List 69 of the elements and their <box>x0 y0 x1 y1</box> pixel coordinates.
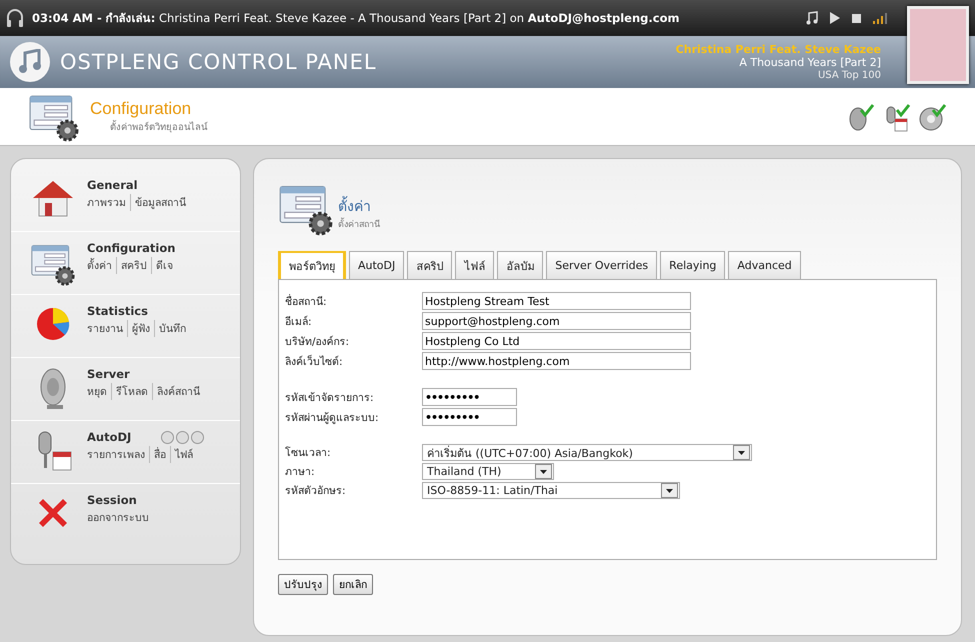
sidebar-link[interactable]: รายการเพลง <box>87 446 149 463</box>
sidebar-item-title[interactable]: AutoDJ <box>87 430 132 444</box>
sidebar-item-title[interactable]: Server <box>87 367 130 381</box>
text-field[interactable]: http://www.hostpleng.com <box>422 352 691 370</box>
disc-check-icon[interactable] <box>917 102 947 132</box>
tab[interactable]: พอร์ตวิทยุ <box>278 251 346 279</box>
sidebar-link[interactable]: ดีเจ <box>151 257 177 274</box>
sidebar-link[interactable]: ภาพรวม <box>87 194 130 211</box>
sidebar-link[interactable]: ผู้ฟัง <box>127 320 154 337</box>
password-field[interactable]: ••••••••• <box>422 388 517 406</box>
field-label: รหัสผ่านผู้ดูแลระบบ: <box>285 410 380 426</box>
sidebar-link[interactable]: ไฟล์ <box>170 446 197 463</box>
sidebar-item-title[interactable]: Statistics <box>87 304 148 318</box>
stop-icon[interactable] <box>852 14 861 22</box>
text-field[interactable]: Hostpleng Stream Test <box>422 292 691 310</box>
sidebar-link[interactable]: ข้อมูลสถานี <box>130 194 190 211</box>
sidebar-link[interactable]: สื่อ <box>149 446 170 463</box>
sidebar-link[interactable]: ตั้งค่า <box>87 257 116 274</box>
dropdown[interactable]: Thailand (TH) <box>422 463 554 480</box>
track-artist: Christina Perri Feat. Steve Kazee <box>676 42 881 56</box>
tab[interactable]: Relaying <box>660 251 726 279</box>
sidebar-item-title[interactable]: Configuration <box>87 241 176 255</box>
music-note-icon[interactable] <box>806 11 818 25</box>
tab[interactable]: AutoDJ <box>349 251 404 279</box>
field-label: ชื่อสถานี: <box>285 293 328 310</box>
now-playing-text: 03:04 AM - กำลังเล่น: Christina Perri Feat. Steve Kazee - A Thousand Years [Part 2] on AutoDJ@hostpleng.com <box>32 10 680 27</box>
tab[interactable]: ไฟล์ <box>455 251 494 279</box>
play-icon[interactable] <box>830 12 840 24</box>
signal-icon <box>873 12 889 24</box>
sidebar-link[interactable]: รายงาน <box>87 320 127 337</box>
sidebar-link[interactable]: สคริป <box>116 257 151 274</box>
field-label: อีเมล์: <box>285 314 313 330</box>
section-title: ตั้งค่า <box>338 195 380 217</box>
form-button[interactable]: ยกเลิก <box>333 574 373 595</box>
headphones-icon <box>6 8 24 28</box>
field-label: รหัสตัวอักษร: <box>285 484 347 499</box>
caret-icon <box>540 470 547 474</box>
track-title: A Thousand Years [Part 2] <box>738 56 881 68</box>
sidebar-link[interactable]: บันทึก <box>154 320 190 337</box>
page-title: Configuration <box>90 99 192 119</box>
page-subtitle: ตั้งค่าพอร์ตวิทยุออนไลน์ <box>110 119 207 134</box>
tab[interactable]: Advanced <box>728 251 801 279</box>
password-field[interactable]: ••••••••• <box>422 408 517 426</box>
text-field[interactable]: support@hostpleng.com <box>422 312 691 330</box>
track-chart: USA Top 100 <box>816 68 881 82</box>
field-label: บริษัท/องค์กร: <box>285 334 350 350</box>
caret-icon <box>738 450 745 454</box>
sidebar-link[interactable]: รีโหลด <box>111 383 152 400</box>
panel-title: OSTPLENG CONTROL PANEL <box>60 50 378 74</box>
house-icon <box>31 178 75 218</box>
field-label: ลิงค์เว็บไซต์: <box>285 354 344 370</box>
tab[interactable]: สคริป <box>407 251 452 279</box>
sidebar-item-title[interactable]: Session <box>87 493 137 507</box>
sidebar-link[interactable]: ออกจากระบบ <box>87 509 153 526</box>
dropdown[interactable]: ค่าเริ่มต้น ((UTC+07:00) Asia/Bangkok) <box>422 444 752 461</box>
field-label: ภาษา: <box>285 465 316 480</box>
form-button[interactable]: ปรับปรุง <box>278 574 328 595</box>
section-subtitle: ตั้งค่าสถานี <box>338 217 380 231</box>
field-label: โซนเวลา: <box>285 446 332 461</box>
dropdown[interactable]: ISO-8859-11: Latin/Thai <box>422 482 680 499</box>
sidebar-link[interactable]: หยุด <box>87 383 111 400</box>
music-note-logo-icon <box>10 42 50 82</box>
caret-icon <box>666 488 673 492</box>
tab[interactable]: Server Overrides <box>546 251 658 279</box>
field-label: รหัสเข้าจัดรายการ: <box>285 390 375 406</box>
sidebar-link[interactable]: ลิงค์สถานี <box>152 383 204 400</box>
text-field[interactable]: Hostpleng Co Ltd <box>422 332 691 350</box>
sidebar-item-title[interactable]: General <box>87 178 138 192</box>
tab[interactable]: อัลบัม <box>497 251 544 279</box>
